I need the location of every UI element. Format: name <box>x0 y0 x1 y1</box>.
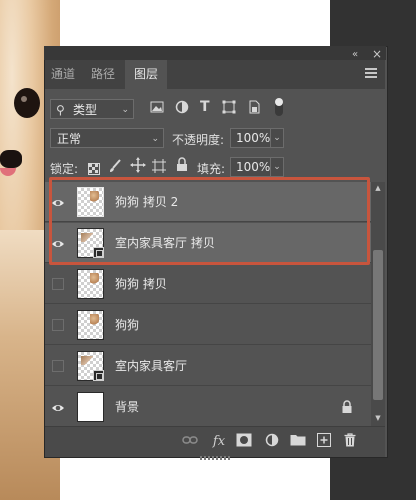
scroll-down-icon[interactable]: ▼ <box>373 414 383 422</box>
panel-menu-icon[interactable] <box>365 68 377 80</box>
layer-name: 背景 <box>115 400 140 414</box>
layer-name: 室内家具客厅 拷贝 <box>115 236 215 250</box>
panel-tab-bar: 通道 路径 图层 <box>45 60 385 89</box>
fill-input[interactable]: 100% <box>230 157 272 177</box>
layer-thumbnail <box>77 310 104 340</box>
layer-thumbnail <box>77 228 104 258</box>
layer-name: 室内家具客厅 <box>115 359 188 373</box>
layer-row[interactable]: 室内家具客厅 拷贝 <box>45 223 371 263</box>
layer-row[interactable]: 背景 <box>45 387 371 426</box>
lock-all-icon[interactable] <box>176 157 188 176</box>
chevron-down-icon: ⌄ <box>121 105 129 115</box>
resize-grip[interactable] <box>200 456 230 460</box>
layer-mask-icon[interactable] <box>235 433 253 451</box>
layer-row[interactable]: 室内家具客厅 <box>45 346 371 386</box>
opacity-slider-toggle[interactable]: ⌄ <box>270 128 284 148</box>
layer-row[interactable]: 狗狗 拷贝 2 <box>45 182 371 222</box>
visibility-toggle-empty[interactable] <box>52 360 64 372</box>
new-group-icon[interactable] <box>289 433 307 451</box>
chevron-down-icon: ⌄ <box>151 134 159 144</box>
adjustment-layer-icon[interactable] <box>263 433 281 451</box>
link-layers-icon[interactable] <box>181 433 199 451</box>
tab-paths[interactable]: 路径 <box>85 60 121 89</box>
visibility-toggle-empty[interactable] <box>52 319 64 331</box>
layer-row[interactable]: 狗狗 <box>45 305 371 345</box>
adjustment-filter-icon[interactable] <box>175 100 189 118</box>
close-icon[interactable]: × <box>372 48 382 60</box>
layer-thumbnail <box>77 351 104 381</box>
tab-layers[interactable]: 图层 <box>125 60 167 89</box>
layer-name: 狗狗 <box>115 318 140 332</box>
filter-kind-label: 类型 <box>73 103 98 117</box>
eye-icon[interactable] <box>51 236 65 250</box>
filter-kind-dropdown[interactable]: ⚲ 类型 ⌄ <box>50 99 134 119</box>
lock-image-pixels-icon[interactable] <box>108 158 122 177</box>
layer-thumbnail <box>77 269 104 299</box>
dog-eye <box>14 88 40 118</box>
collapse-icon[interactable]: « <box>352 50 358 60</box>
lock-label: 锁定: <box>50 162 79 176</box>
panel-header-strip[interactable] <box>44 46 386 60</box>
layer-name: 狗狗 拷贝 2 <box>115 195 179 209</box>
lock-transparent-pixels-icon[interactable] <box>88 160 100 179</box>
opacity-input[interactable]: 100% <box>230 128 272 148</box>
smart-object-badge-icon <box>93 370 104 381</box>
dog-nose <box>0 150 22 168</box>
lock-artboard-icon[interactable] <box>152 158 166 177</box>
fx-icon[interactable]: fx <box>209 433 229 451</box>
eye-icon[interactable] <box>51 400 65 414</box>
fill-slider-toggle[interactable]: ⌄ <box>270 157 284 177</box>
layer-thumbnail <box>77 392 104 422</box>
shape-filter-icon[interactable] <box>222 100 236 118</box>
tab-channels[interactable]: 通道 <box>45 60 81 89</box>
layer-name: 狗狗 拷贝 <box>115 277 167 291</box>
new-layer-icon[interactable] <box>315 433 333 451</box>
eye-icon[interactable] <box>51 195 65 209</box>
scroll-up-icon[interactable]: ▲ <box>373 184 383 192</box>
search-icon: ⚲ <box>56 103 65 117</box>
layer-row[interactable]: 狗狗 拷贝 <box>45 264 371 304</box>
filter-toggle-icon[interactable] <box>274 97 284 121</box>
type-filter-icon[interactable]: T <box>200 99 210 115</box>
layer-thumbnail <box>77 187 104 217</box>
blend-mode-dropdown[interactable]: 正常 ⌄ <box>50 128 164 148</box>
layers-list: 狗狗 拷贝 2 室内家具客厅 拷贝 狗狗 拷贝 狗狗 室内家具客厅 背景 <box>45 182 371 426</box>
delete-layer-icon[interactable] <box>341 433 359 451</box>
layers-scrollbar-thumb[interactable] <box>373 250 383 400</box>
opacity-label: 不透明度: <box>172 133 225 147</box>
pixel-filter-icon[interactable] <box>150 100 164 118</box>
lock-icon <box>341 399 355 415</box>
lock-position-icon[interactable] <box>130 157 146 177</box>
smart-object-badge-icon <box>93 247 104 258</box>
smart-object-filter-icon[interactable] <box>247 100 261 118</box>
layers-bottom-toolbar: fx <box>45 426 385 457</box>
fill-label: 填充: <box>197 162 226 176</box>
visibility-toggle-empty[interactable] <box>52 278 64 290</box>
blend-mode-value: 正常 <box>57 132 82 146</box>
